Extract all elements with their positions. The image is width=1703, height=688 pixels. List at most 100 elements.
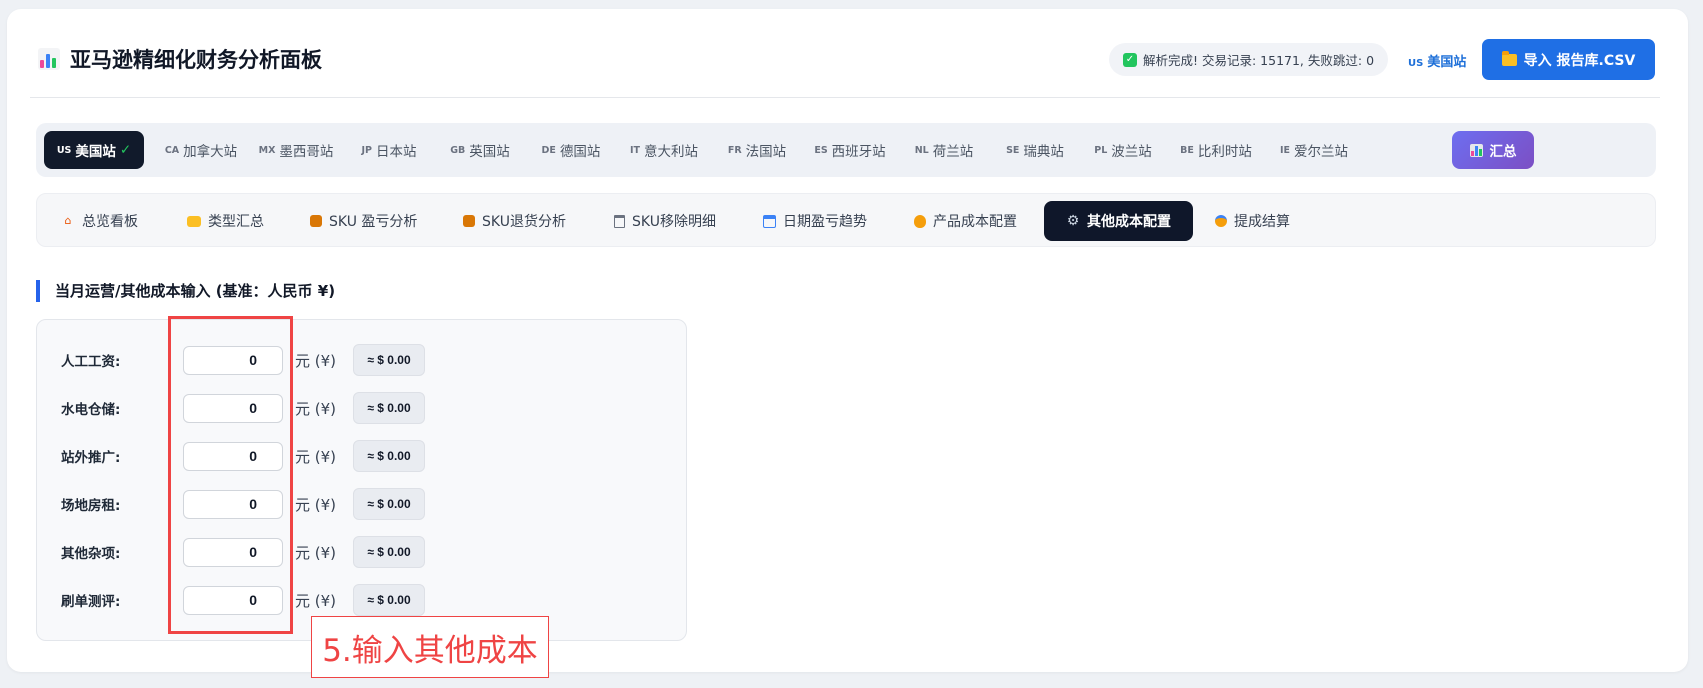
country-code: MX [258, 144, 276, 156]
tab-product-cost[interactable]: 产品成本配置 [914, 201, 1017, 241]
country-code: FR [727, 144, 742, 156]
tab-label: 日期盈亏趋势 [783, 214, 867, 230]
app-title: 亚马逊精细化财务分析面板 [38, 44, 322, 74]
country-code: DE [541, 144, 556, 156]
cost-label: 其他杂项: [61, 546, 121, 562]
calendar-icon [763, 214, 776, 228]
usd-equivalent: ≈ $ 0.00 [353, 536, 425, 568]
country-code: NL [914, 144, 929, 156]
function-tab-bar: ⌂ 总览看板 类型汇总 SKU 盈亏分析 SKU退货分析 SKU移除明细 日期盈… [36, 193, 1656, 247]
tab-label: 总览看板 [82, 214, 138, 230]
country-tab-bar: US 美国站 ✓ CA 加拿大站 MX 墨西哥站 JP 日本站 GB 英国站 D… [36, 123, 1656, 177]
country-label: 意大利站 [644, 144, 698, 160]
section-title: 当月运营/其他成本输入 (基准：人民币 ¥) [36, 280, 335, 302]
tab-other-cost[interactable]: ⚙ 其他成本配置 [1044, 201, 1193, 241]
country-code: IT [629, 144, 640, 156]
current-site-link[interactable]: US 美国站 [1408, 51, 1466, 70]
folder-icon [1501, 50, 1517, 66]
country-tab-fr[interactable]: FR 法国站 [720, 131, 794, 169]
country-code: IE [1279, 144, 1291, 156]
gear-icon: ⚙ [1066, 213, 1080, 229]
tab-sku-returns[interactable]: SKU退货分析 [463, 201, 566, 241]
tab-label: 提成结算 [1234, 214, 1290, 230]
country-code: US [56, 144, 72, 156]
tab-date-trend[interactable]: 日期盈亏趋势 [763, 201, 867, 241]
country-label: 加拿大站 [183, 144, 238, 160]
page-title: 亚马逊精细化财务分析面板 [70, 48, 322, 72]
country-tab-jp[interactable]: JP 日本站 [352, 131, 426, 169]
summary-tab[interactable]: 汇总 [1452, 131, 1534, 169]
country-label: 荷兰站 [932, 144, 974, 160]
tab-label: 产品成本配置 [933, 214, 1017, 230]
country-code: JP [361, 144, 373, 156]
annotation-highlight-box [168, 316, 293, 634]
country-tab-ca[interactable]: CA 加拿大站 [158, 131, 244, 169]
house-icon: ⌂ [64, 214, 72, 227]
country-tab-se[interactable]: SE 瑞典站 [998, 131, 1072, 169]
unit-label: 元 (¥) [295, 351, 337, 370]
cost-input-panel: 人工工资: 元 (¥) ≈ $ 0.00 水电仓储: 元 (¥) ≈ $ 0.0… [36, 319, 687, 641]
country-tab-gb[interactable]: GB 英国站 [443, 131, 517, 169]
import-label: 导入 报告库.CSV [1523, 52, 1636, 69]
country-label: 美国站 [75, 144, 116, 160]
country-label: 德国站 [559, 144, 601, 160]
cost-label: 站外推广: [61, 450, 121, 466]
country-tab-es[interactable]: ES 西班牙站 [806, 131, 894, 169]
country-code: BE [1180, 144, 1194, 156]
cost-label: 水电仓储: [61, 402, 121, 418]
tab-label: 类型汇总 [208, 214, 264, 230]
country-tab-ie[interactable]: IE 爱尔兰站 [1270, 131, 1358, 169]
country-code: GB [450, 144, 466, 156]
unit-label: 元 (¥) [295, 447, 337, 466]
unit-label: 元 (¥) [295, 495, 337, 514]
bar-chart-icon [38, 48, 60, 70]
cost-label: 人工工资: [61, 354, 121, 370]
cost-label: 场地房租: [61, 498, 121, 514]
unit-label: 元 (¥) [295, 399, 337, 418]
unit-label: 元 (¥) [295, 543, 337, 562]
usd-equivalent: ≈ $ 0.00 [353, 584, 425, 616]
tab-label: SKU退货分析 [482, 214, 566, 230]
medal-icon [1215, 215, 1227, 227]
usd-equivalent: ≈ $ 0.00 [353, 440, 425, 472]
tab-label: 其他成本配置 [1087, 214, 1171, 230]
parse-status-text: 解析完成! 交易记录: 15171, 失败跳过: 0 [1143, 53, 1375, 68]
box-icon [463, 215, 475, 227]
country-tab-be[interactable]: BE 比利时站 [1172, 131, 1260, 169]
cost-label: 刷单测评: [61, 594, 121, 610]
country-label: 法国站 [745, 144, 787, 160]
country-code: ES [814, 144, 828, 156]
folder-icon [187, 215, 201, 227]
country-code: CA [164, 144, 180, 156]
tab-type-summary[interactable]: 类型汇总 [187, 201, 264, 241]
usd-equivalent: ≈ $ 0.00 [353, 488, 425, 520]
active-check-icon: ✓ [119, 142, 132, 158]
parse-status-badge: ✓ 解析完成! 交易记录: 15171, 失败跳过: 0 [1109, 43, 1389, 76]
tab-sku-profit[interactable]: SKU 盈亏分析 [310, 201, 417, 241]
country-tab-pl[interactable]: PL 波兰站 [1086, 131, 1160, 169]
tab-overview[interactable]: ⌂ 总览看板 [61, 201, 139, 241]
annotation-label: 5.输入其他成本 [311, 616, 549, 678]
country-tab-de[interactable]: DE 德国站 [534, 131, 608, 169]
box-icon [310, 215, 322, 227]
country-label: 墨西哥站 [279, 144, 334, 160]
tab-label: SKU移除明细 [632, 214, 716, 230]
country-label: 西班牙站 [831, 144, 886, 160]
summary-label: 汇总 [1489, 144, 1517, 160]
import-csv-button[interactable]: 导入 报告库.CSV [1482, 39, 1655, 80]
check-icon: ✓ [1123, 52, 1137, 67]
country-tab-us[interactable]: US 美国站 ✓ [44, 131, 144, 169]
country-tab-mx[interactable]: MX 墨西哥站 [252, 131, 340, 169]
tab-sku-removal[interactable]: SKU移除明细 [614, 201, 716, 241]
country-tab-nl[interactable]: NL 荷兰站 [907, 131, 981, 169]
money-bag-icon [914, 214, 926, 228]
tab-label: SKU 盈亏分析 [329, 214, 418, 230]
country-label: 比利时站 [1197, 144, 1252, 160]
country-code: PL [1094, 144, 1108, 156]
country-label: 爱尔兰站 [1294, 144, 1349, 160]
trash-icon [614, 214, 625, 228]
country-label: 英国站 [469, 144, 510, 160]
tab-commission[interactable]: 提成结算 [1215, 201, 1290, 241]
site-label: 美国站 [1427, 55, 1467, 70]
country-tab-it[interactable]: IT 意大利站 [620, 131, 708, 169]
